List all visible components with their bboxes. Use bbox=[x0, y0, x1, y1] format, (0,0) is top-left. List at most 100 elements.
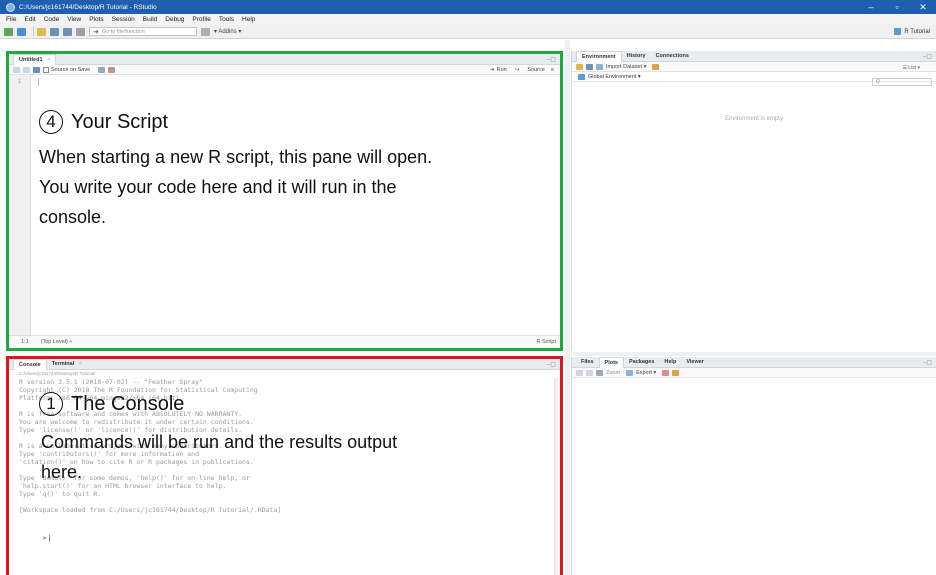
close-tab-icon[interactable]: × bbox=[47, 57, 50, 63]
vertical-splitter[interactable] bbox=[565, 40, 570, 575]
tab-untitled1[interactable]: Untitled1 × bbox=[13, 53, 57, 65]
env-tab-bar: Environment History Connections –▢ bbox=[572, 50, 936, 62]
console-annotation-body: Commands will be run and the results out… bbox=[41, 427, 551, 487]
list-view-dropdown[interactable]: ☰ List ▾ bbox=[902, 65, 920, 71]
tab-packages[interactable]: Packages bbox=[624, 357, 659, 368]
menu-view[interactable]: View bbox=[67, 16, 81, 23]
minimize-button[interactable]: – bbox=[858, 0, 884, 14]
new-file-icon[interactable] bbox=[4, 27, 13, 36]
goto-file-function-input[interactable]: ➔ Go to file/function bbox=[89, 27, 197, 36]
rerun-icon[interactable]: ↪ bbox=[515, 67, 520, 73]
tab-environment[interactable]: Environment bbox=[576, 50, 622, 62]
annotation-line: When starting a new R script, this pane … bbox=[39, 147, 433, 167]
search-icon[interactable] bbox=[98, 66, 106, 73]
zoom-button[interactable]: Zoom bbox=[606, 370, 620, 376]
console-scrollbar[interactable] bbox=[554, 378, 560, 575]
cursor-position: 1:1 bbox=[21, 339, 29, 345]
console-line: Type 'q()' to quit R. bbox=[19, 490, 102, 498]
console-pane: Console Terminal × –▢ C:/Users/jc161744/… bbox=[6, 356, 563, 575]
addins-dropdown[interactable]: ▾ Addins ▾ bbox=[214, 28, 241, 35]
menu-tools[interactable]: Tools bbox=[219, 16, 234, 23]
print-icon[interactable] bbox=[76, 27, 85, 36]
script-toolbar: Source on Save ➔ Run ↪ Source ≡ bbox=[9, 65, 560, 75]
menu-file[interactable]: File bbox=[6, 16, 16, 23]
minimize-maximize-icon[interactable]: –▢ bbox=[547, 361, 556, 368]
open-file-icon[interactable] bbox=[37, 27, 46, 36]
annotation-line: here. bbox=[41, 462, 83, 482]
save-all-icon[interactable] bbox=[63, 27, 72, 36]
source-on-save-label: Source on Save bbox=[51, 66, 91, 73]
tab-viewer[interactable]: Viewer bbox=[681, 357, 709, 368]
forward-arrow-icon[interactable] bbox=[23, 66, 30, 73]
code-tools-icon[interactable] bbox=[108, 66, 116, 73]
line-number: 1 bbox=[17, 78, 22, 85]
project-menu[interactable]: R Tutorial bbox=[894, 28, 930, 35]
env-toolbar: Import Dataset ▾ bbox=[572, 62, 936, 72]
console-prompt-line[interactable]: > bbox=[19, 526, 560, 542]
zoom-icon bbox=[596, 369, 603, 376]
scope-indicator[interactable]: (Top Level) ÷ bbox=[41, 339, 73, 345]
run-button[interactable]: Run bbox=[497, 67, 507, 73]
save-script-icon[interactable] bbox=[33, 66, 40, 73]
new-project-icon[interactable] bbox=[17, 27, 26, 36]
plots-toolbar: Zoom Export ▾ bbox=[572, 368, 936, 378]
save-icon[interactable] bbox=[50, 27, 59, 36]
tab-console[interactable]: Console bbox=[13, 358, 47, 370]
outline-icon[interactable]: ≡ bbox=[551, 67, 554, 73]
close-window-button[interactable]: ✕ bbox=[910, 0, 936, 14]
minimize-maximize-icon[interactable]: –▢ bbox=[923, 359, 932, 366]
goto-placeholder: Go to file/function bbox=[101, 28, 145, 35]
horizontal-splitter-right[interactable] bbox=[571, 352, 936, 356]
back-arrow-icon[interactable] bbox=[13, 66, 20, 73]
file-type-selector[interactable]: R Script bbox=[536, 339, 556, 345]
editor-statusbar: 1:1 (Top Level) ÷ R Script bbox=[9, 335, 560, 348]
forward-arrow-icon[interactable] bbox=[586, 369, 593, 376]
workspace-panes-icon[interactable] bbox=[201, 27, 210, 36]
window-controls: – ▫ ✕ bbox=[858, 0, 936, 14]
annotation-number-1: 1 bbox=[39, 392, 63, 416]
back-arrow-icon[interactable] bbox=[576, 369, 583, 376]
annotation-line: You write your code here and it will run… bbox=[39, 177, 397, 197]
menu-profile[interactable]: Profile bbox=[192, 16, 210, 23]
source-button[interactable]: Source bbox=[527, 67, 544, 73]
console-line: R version 3.5.1 (2018-07-02) -- "Feather… bbox=[19, 378, 203, 386]
menu-help[interactable]: Help bbox=[242, 16, 255, 23]
tab-history[interactable]: History bbox=[622, 51, 651, 62]
menu-plots[interactable]: Plots bbox=[89, 16, 103, 23]
clear-plots-broom-icon[interactable] bbox=[672, 369, 680, 376]
load-workspace-icon[interactable] bbox=[576, 63, 583, 70]
import-dataset-icon bbox=[596, 63, 603, 70]
menu-build[interactable]: Build bbox=[143, 16, 157, 23]
close-tab-icon[interactable]: × bbox=[79, 361, 82, 367]
maximize-button[interactable]: ▫ bbox=[884, 0, 910, 14]
export-icon bbox=[626, 369, 634, 376]
tab-files[interactable]: Files bbox=[576, 357, 599, 368]
project-cube-icon bbox=[894, 28, 902, 35]
menu-code[interactable]: Code bbox=[44, 16, 60, 23]
environment-search-input[interactable]: Q bbox=[872, 78, 932, 86]
import-dataset-button[interactable]: Import Dataset ▾ bbox=[606, 64, 646, 70]
minimize-maximize-icon[interactable]: –▢ bbox=[547, 56, 556, 63]
source-on-save-checkbox[interactable] bbox=[43, 66, 49, 73]
line-number-gutter: 1 bbox=[9, 75, 31, 335]
window-titlebar: C:/Users/jc161744/Desktop/R Tutorial - R… bbox=[0, 0, 936, 14]
window-title: C:/Users/jc161744/Desktop/R Tutorial - R… bbox=[19, 3, 157, 11]
console-line: [Workspace loaded from C:/Users/jc161744… bbox=[19, 506, 282, 514]
menu-edit[interactable]: Edit bbox=[24, 16, 35, 23]
menu-session[interactable]: Session bbox=[112, 16, 135, 23]
annotation-line: Commands will be run and the results out… bbox=[41, 432, 398, 452]
tab-connections[interactable]: Connections bbox=[651, 51, 694, 62]
minimize-maximize-icon[interactable]: –▢ bbox=[923, 53, 932, 60]
files-tab-bar: Files Plots Packages Help Viewer –▢ bbox=[572, 356, 936, 368]
clear-broom-icon[interactable] bbox=[652, 63, 660, 70]
save-workspace-icon[interactable] bbox=[586, 63, 593, 70]
tab-plots[interactable]: Plots bbox=[598, 356, 624, 368]
tab-help[interactable]: Help bbox=[659, 357, 681, 368]
environment-pane: Environment History Connections –▢ Impor… bbox=[571, 50, 936, 351]
remove-plot-icon[interactable] bbox=[662, 369, 670, 376]
tab-terminal[interactable]: Terminal × bbox=[47, 359, 87, 370]
export-dropdown[interactable]: Export ▾ bbox=[636, 370, 656, 376]
annotation-title-text: The Console bbox=[71, 392, 185, 415]
menu-debug[interactable]: Debug bbox=[165, 16, 184, 23]
